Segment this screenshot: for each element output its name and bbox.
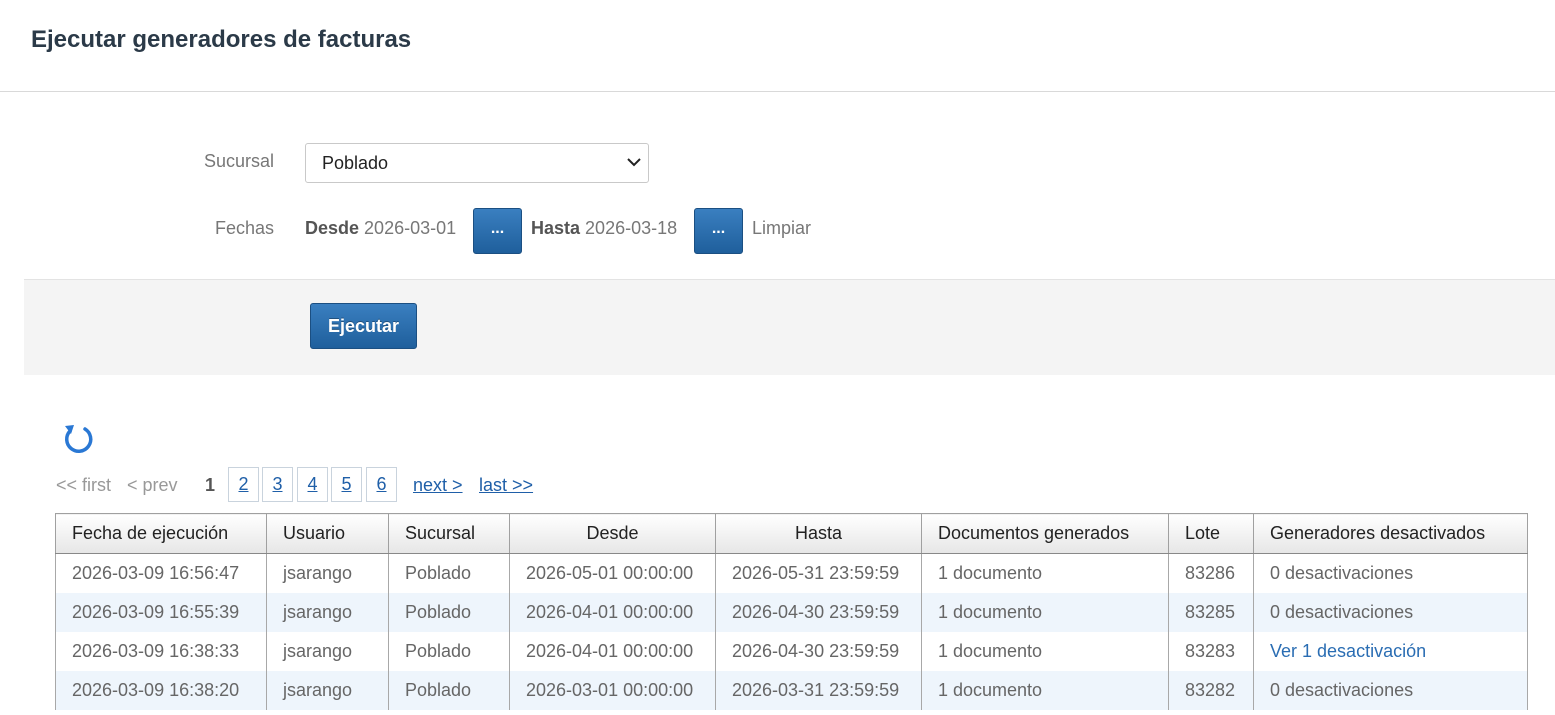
cell-fecha: 2026-03-09 16:38:33 bbox=[55, 632, 267, 671]
chevron-down-icon bbox=[627, 158, 641, 167]
cell-documentos: 1 documento bbox=[921, 671, 1169, 710]
table-row: 2026-03-09 16:55:39 jsarango Poblado 202… bbox=[55, 593, 1528, 632]
page-link[interactable]: 5 bbox=[331, 467, 362, 502]
col-header-sucursal[interactable]: Sucursal bbox=[388, 513, 510, 554]
action-bar bbox=[24, 279, 1555, 375]
page-link[interactable]: 6 bbox=[366, 467, 397, 502]
desde-picker-button[interactable]: ... bbox=[473, 208, 522, 254]
col-header-lote[interactable]: Lote bbox=[1168, 513, 1254, 554]
table-row: 2026-03-09 16:38:33 jsarango Poblado 202… bbox=[55, 632, 1528, 671]
ver-desactivacion-link[interactable]: Ver 1 desactivación bbox=[1253, 632, 1528, 671]
refresh-icon[interactable] bbox=[62, 420, 96, 456]
col-header-hasta[interactable]: Hasta bbox=[715, 513, 922, 554]
cell-hasta: 2026-05-31 23:59:59 bbox=[715, 553, 922, 593]
cell-sucursal: Poblado bbox=[388, 632, 510, 671]
cell-desde: 2026-05-01 00:00:00 bbox=[509, 553, 716, 593]
col-header-desactivados[interactable]: Generadores desactivados bbox=[1253, 513, 1528, 554]
cell-desactivados: 0 desactivaciones bbox=[1253, 671, 1528, 710]
last-page-link[interactable]: last >> bbox=[479, 475, 533, 496]
cell-lote: 83285 bbox=[1168, 593, 1254, 632]
col-header-documentos[interactable]: Documentos generados bbox=[921, 513, 1169, 554]
cell-usuario: jsarango bbox=[266, 632, 389, 671]
table-row: 2026-03-09 16:56:47 jsarango Poblado 202… bbox=[55, 553, 1528, 593]
col-header-usuario[interactable]: Usuario bbox=[266, 513, 389, 554]
current-page: 1 bbox=[205, 475, 216, 495]
cell-desde: 2026-03-01 00:00:00 bbox=[509, 671, 716, 710]
col-header-desde[interactable]: Desde bbox=[509, 513, 716, 554]
cell-fecha: 2026-03-09 16:55:39 bbox=[55, 593, 267, 632]
hasta-value: 2026-03-18 bbox=[585, 218, 678, 238]
page-header: Ejecutar generadores de facturas bbox=[0, 0, 1555, 92]
ejecutar-button[interactable]: Ejecutar bbox=[310, 303, 417, 349]
cell-hasta: 2026-04-30 23:59:59 bbox=[715, 593, 922, 632]
cell-documentos: 1 documento bbox=[921, 553, 1169, 593]
cell-sucursal: Poblado bbox=[388, 553, 510, 593]
hasta-picker-button[interactable]: ... bbox=[694, 208, 743, 254]
desde-value: 2026-03-01 bbox=[364, 218, 457, 238]
page-link[interactable]: 4 bbox=[297, 467, 328, 502]
cell-sucursal: Poblado bbox=[388, 671, 510, 710]
cell-usuario: jsarango bbox=[266, 671, 389, 710]
cell-documentos: 1 documento bbox=[921, 632, 1169, 671]
page-link[interactable]: 3 bbox=[262, 467, 293, 502]
cell-documentos: 1 documento bbox=[921, 593, 1169, 632]
sucursal-selected-value: Poblado bbox=[322, 153, 389, 173]
cell-desde: 2026-04-01 00:00:00 bbox=[509, 593, 716, 632]
executions-table: Fecha de ejecución Usuario Sucursal Desd… bbox=[55, 513, 1528, 710]
cell-usuario: jsarango bbox=[266, 553, 389, 593]
cell-lote: 83286 bbox=[1168, 553, 1254, 593]
hasta-label: Hasta bbox=[531, 218, 581, 238]
cell-lote: 83283 bbox=[1168, 632, 1254, 671]
sucursal-select[interactable]: Poblado bbox=[305, 143, 649, 183]
table-row: 2026-03-09 16:38:20 jsarango Poblado 202… bbox=[55, 671, 1528, 710]
next-page-link[interactable]: next > bbox=[413, 475, 463, 496]
page-link[interactable]: 2 bbox=[228, 467, 259, 502]
fechas-label: Fechas bbox=[214, 218, 274, 238]
cell-fecha: 2026-03-09 16:56:47 bbox=[55, 553, 267, 593]
cell-sucursal: Poblado bbox=[388, 593, 510, 632]
cell-hasta: 2026-03-31 23:59:59 bbox=[715, 671, 922, 710]
cell-desde: 2026-04-01 00:00:00 bbox=[509, 632, 716, 671]
hasta-group: Hasta 2026-03-18 bbox=[531, 218, 677, 239]
desde-group: Desde 2026-03-01 bbox=[305, 218, 456, 239]
col-header-fecha[interactable]: Fecha de ejecución bbox=[55, 513, 267, 554]
cell-usuario: jsarango bbox=[266, 593, 389, 632]
cell-fecha: 2026-03-09 16:38:20 bbox=[55, 671, 267, 710]
desde-label: Desde bbox=[305, 218, 360, 238]
page-title: Ejecutar generadores de facturas bbox=[31, 26, 412, 53]
sucursal-label: Sucursal bbox=[203, 151, 274, 171]
prev-page-link: < prev bbox=[127, 475, 178, 495]
first-page-link: << first bbox=[56, 475, 112, 495]
cell-lote: 83282 bbox=[1168, 671, 1254, 710]
table-header-row: Fecha de ejecución Usuario Sucursal Desd… bbox=[55, 513, 1528, 554]
cell-desactivados: 0 desactivaciones bbox=[1253, 553, 1528, 593]
limpiar-link[interactable]: Limpiar bbox=[752, 218, 811, 239]
cell-desactivados: 0 desactivaciones bbox=[1253, 593, 1528, 632]
cell-hasta: 2026-04-30 23:59:59 bbox=[715, 632, 922, 671]
